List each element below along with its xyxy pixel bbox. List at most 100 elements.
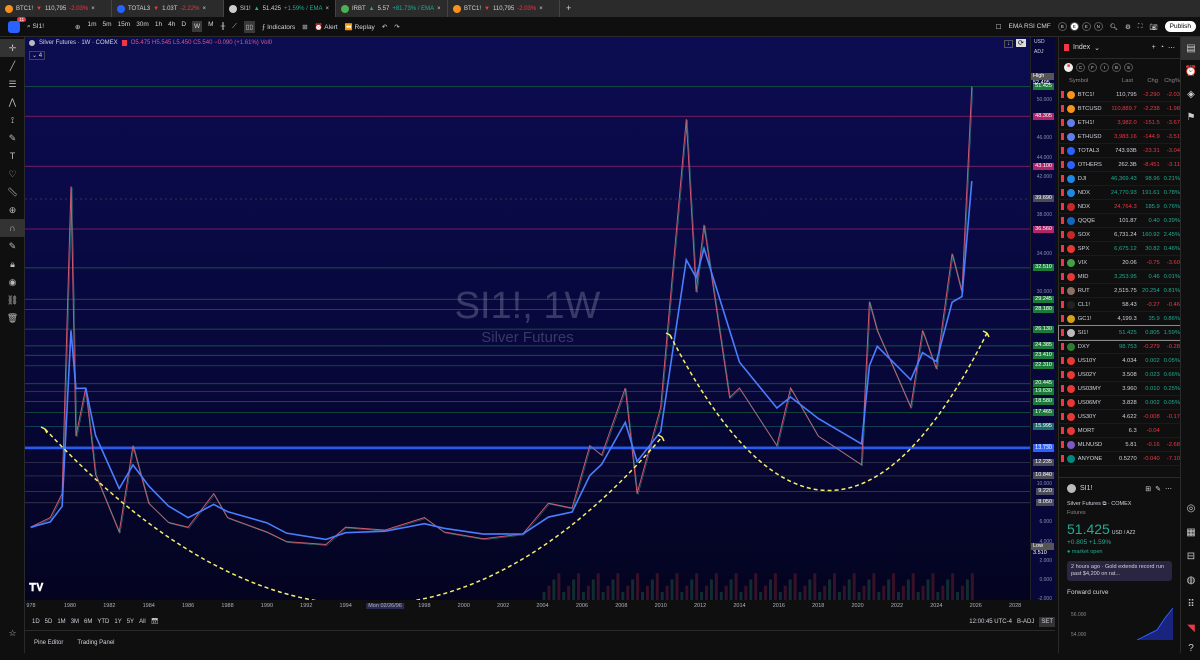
apps-icon[interactable]: ⠿ — [1181, 593, 1200, 616]
measure-icon[interactable]: 📏︎ — [0, 183, 25, 201]
lock-drawings-icon[interactable]: ✎ — [0, 237, 25, 255]
more-icon[interactable]: ⋯ — [1165, 485, 1172, 493]
settings-icon[interactable]: ⚙ — [1125, 23, 1131, 31]
zoom-icon[interactable]: ⊕ — [0, 201, 25, 219]
interval-1h[interactable]: 1h — [155, 21, 162, 32]
globe-icon[interactable]: ◍ — [1181, 569, 1200, 592]
crosshair-icon[interactable]: ✛ — [0, 39, 25, 57]
watchlist-row[interactable]: US30Y 4.622 -0.008 -0.17 — [1059, 410, 1180, 424]
hide-icon[interactable]: ◉ — [0, 273, 25, 291]
session-button[interactable]: N — [1093, 22, 1103, 31]
close-tab-icon[interactable]: × — [202, 6, 206, 12]
watchlist-row[interactable]: ETHUSD 3,983.16 -144.9 -3.51 — [1059, 130, 1180, 144]
watchlist-row[interactable]: US10Y 4.034 0.002 0.05% — [1059, 354, 1180, 368]
symbol-search[interactable]: ⌕ SI1! — [27, 23, 44, 31]
range-5y[interactable]: 5Y — [127, 619, 134, 625]
indicators-button[interactable]: ⨍ Indicators — [262, 23, 295, 31]
watchlist-row[interactable]: VIX 20.06 -0.75 -3.60 — [1059, 256, 1180, 270]
watchlist-row[interactable]: SOX 6,731.24 160.92 2.45% — [1059, 228, 1180, 242]
interval-4h[interactable]: 4h — [168, 21, 175, 32]
watchlist-row[interactable]: US02Y 3.508 0.023 0.66% — [1059, 368, 1180, 382]
layers-icon[interactable]: ◈ — [1181, 83, 1200, 106]
watchlist-icon[interactable]: ▤ — [1181, 37, 1200, 60]
range-1m[interactable]: 1M — [57, 619, 65, 625]
advanced-view-icon[interactable]: ◔ — [1160, 44, 1164, 51]
watchlist-row[interactable]: SPX 6,675.12 30.82 0.46% — [1059, 242, 1180, 256]
b-adj-toggle[interactable]: B-ADJ — [1017, 619, 1034, 625]
template-select[interactable]: EMA RSI CMF — [1008, 23, 1050, 30]
currency-select[interactable]: USD — [1034, 39, 1045, 45]
filter-flag[interactable]: ■ — [1064, 63, 1073, 72]
range-1d[interactable]: 1D — [32, 619, 40, 625]
col-last[interactable]: Last — [1099, 78, 1133, 84]
legend-title[interactable]: Silver Futures · 1W · COMEX — [39, 40, 118, 46]
quick-search-icon[interactable]: 🔍︎ — [1110, 23, 1118, 31]
tab-total3[interactable]: TOTAL3 ▼ 1.03T -2.22% × — [112, 0, 224, 17]
magnet-icon[interactable]: ∩ — [0, 219, 25, 237]
line-chart-icon[interactable]: ⟋ — [232, 23, 237, 31]
detail-name[interactable]: Silver Futures — [1067, 501, 1101, 507]
filter-B[interactable]: B — [1112, 63, 1121, 72]
filter-I[interactable]: I — [1100, 63, 1109, 72]
publish-button[interactable]: Publish — [1164, 21, 1196, 32]
tab-trading-panel[interactable]: Trading Panel — [77, 640, 114, 646]
range-3m[interactable]: 3M — [71, 619, 79, 625]
redo-icon[interactable]: ↷ — [394, 23, 399, 31]
chart-pane[interactable]: SI1!, 1W Silver Futures Silver Futures ·… — [25, 37, 1030, 600]
watchlist-row[interactable]: BTC1! 110,795 -2.290 -2.03 — [1059, 88, 1180, 102]
new-tab-icon[interactable]: + — [560, 0, 577, 17]
snapshot-icon[interactable]: 📷︎ — [1149, 23, 1157, 31]
fullscreen-icon[interactable]: ⛶ — [1138, 23, 1143, 31]
interval-W[interactable]: W — [192, 21, 203, 32]
watchlist-row[interactable]: SI1! 51.425 0.805 1.59% — [1058, 325, 1181, 341]
session-button[interactable]: E — [1081, 22, 1091, 31]
hotlist-icon[interactable]: ⚑ — [1181, 106, 1200, 129]
grid-icon[interactable]: ⊞ — [1145, 485, 1151, 493]
watchlist-row[interactable]: OTHERS 262.3B -8.451 -3.11 — [1059, 158, 1180, 172]
interval-5m[interactable]: 5m — [103, 21, 112, 32]
link-icon[interactable]: ⛓ — [0, 291, 25, 309]
range-6m[interactable]: 6M — [84, 619, 92, 625]
tab-btc1[interactable]: BTC1! ▼ 110,795 -2.03% × — [448, 0, 560, 17]
undo-icon[interactable]: ↶ — [382, 23, 387, 31]
range-1y[interactable]: 1Y — [114, 619, 121, 625]
candles-chart-type-icon[interactable]: ╫ — [221, 23, 226, 30]
more-icon[interactable]: ⋯ — [1168, 44, 1175, 52]
menu-avatar[interactable]: 11 — [8, 16, 26, 33]
watchlist-row[interactable]: DJI 46,369.43 98.96 0.21% — [1059, 172, 1180, 186]
compare-add-icon[interactable]: ⊕ — [75, 23, 80, 31]
favorite-icon[interactable]: ♡ — [0, 165, 25, 183]
detail-symbol[interactable]: SI1! — [1080, 485, 1092, 492]
price-axis[interactable]: USD ADJ 51.42548.30543.10039.69036.56032… — [1030, 37, 1055, 602]
news-banner[interactable]: 2 hours ago · Gold extends record run pa… — [1067, 561, 1172, 581]
chevron-down-icon[interactable]: ⌄ — [1094, 44, 1100, 52]
watchlist-title[interactable]: Index — [1073, 44, 1090, 51]
watchlist-row[interactable]: NDX 24,764.3 185.9 0.76% — [1059, 200, 1180, 214]
col-chg[interactable]: Chg — [1133, 78, 1158, 84]
col-symbol[interactable]: Symbol — [1069, 78, 1099, 84]
col-chgp[interactable]: Chg% — [1158, 78, 1180, 84]
watchlist-row[interactable]: MORT 6.3 -0.04 — [1059, 424, 1180, 438]
trendline-icon[interactable]: ╱ — [0, 57, 25, 75]
target-icon[interactable]: ◎ — [1181, 497, 1200, 520]
watchlist-row[interactable]: RUT 2,515.75 20.254 0.81% — [1059, 284, 1180, 298]
watchlist-row[interactable]: QQQE 101.87 0.40 0.39% — [1059, 214, 1180, 228]
watchlist-row[interactable]: CL1! 58.43 -0.27 -0.46 — [1059, 298, 1180, 312]
screener-icon[interactable]: ⊟ — [1181, 545, 1200, 568]
layout-checkbox[interactable]: ☐ — [996, 23, 1002, 31]
close-tab-icon[interactable]: × — [326, 6, 330, 12]
range-5d[interactable]: 5D — [45, 619, 53, 625]
watchlist-row[interactable]: MLNUSD 5.81 -0.16 -2.68 — [1059, 438, 1180, 452]
watchlist-row[interactable]: BTCUSD 110,889.7 -2.238 -1.98 — [1059, 102, 1180, 116]
fib-icon[interactable]: ☰ — [0, 75, 25, 93]
add-symbol-icon[interactable]: + — [1152, 44, 1156, 51]
range-all[interactable]: All — [139, 619, 146, 625]
session-button[interactable]: B — [1057, 22, 1067, 31]
range-ytd[interactable]: YTD — [97, 619, 109, 625]
close-tab-icon[interactable]: × — [539, 6, 543, 12]
lock-icon[interactable]: 🔒︎ — [0, 255, 25, 273]
interval-30m[interactable]: 30m — [136, 21, 149, 32]
clock-time[interactable]: 12:00:45 UTC-4 — [969, 619, 1012, 625]
filter-F[interactable]: F — [1088, 63, 1097, 72]
brush-icon[interactable]: ✎ — [0, 129, 25, 147]
